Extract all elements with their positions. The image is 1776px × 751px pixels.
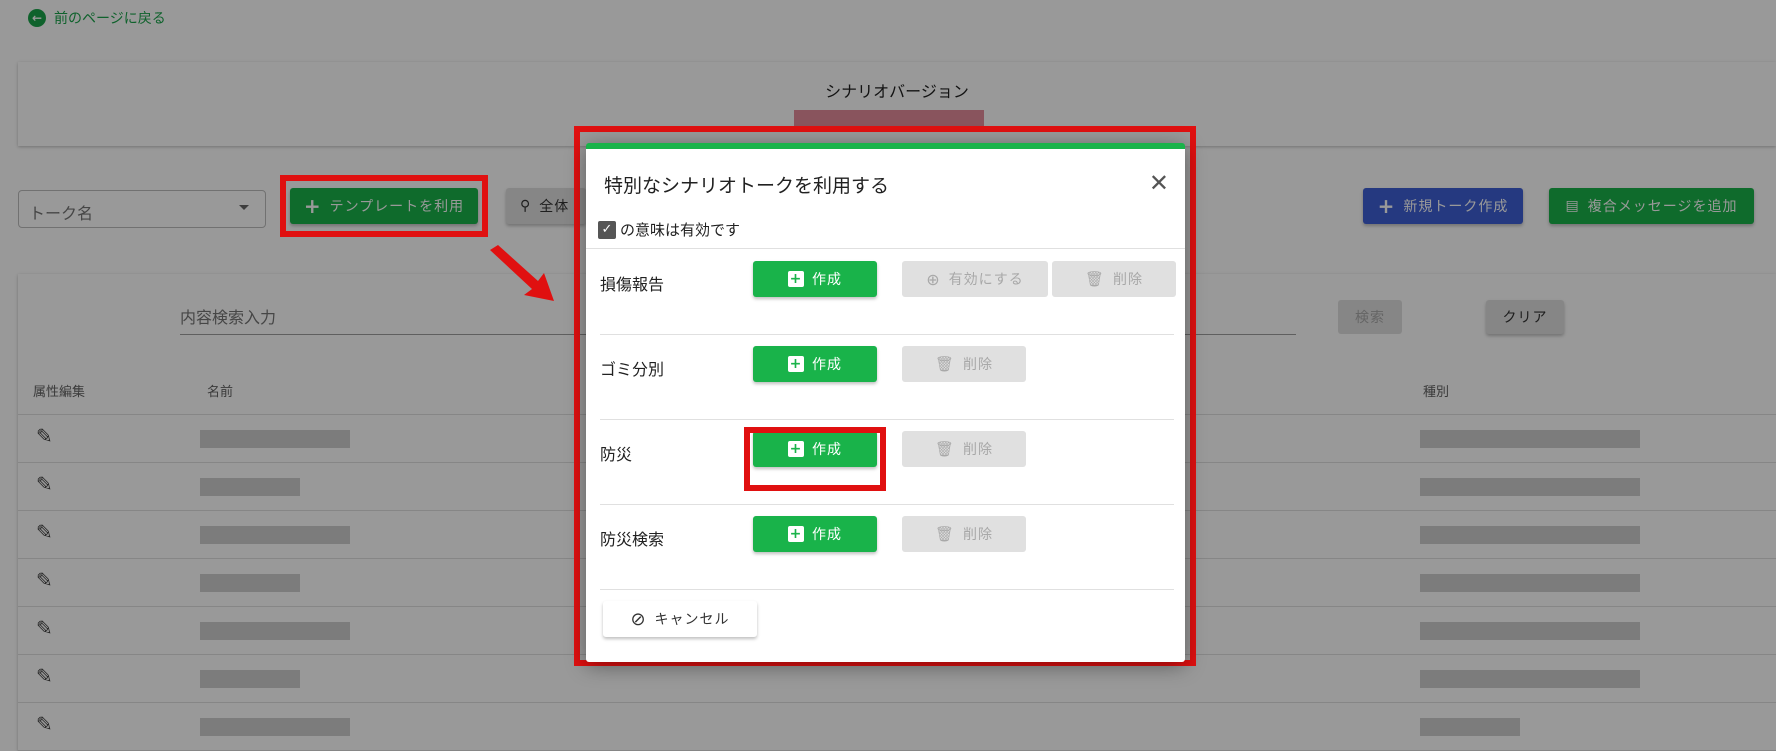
- template-row: ゴミ分別 + 作成 🗑 削除: [600, 334, 1174, 420]
- delete-label: 削除: [1113, 272, 1144, 288]
- cancel-button[interactable]: ⊘ キャンセル: [603, 601, 757, 637]
- close-icon[interactable]: ✕: [1149, 169, 1169, 197]
- delete-template-button[interactable]: 🗑 削除: [902, 516, 1026, 552]
- template-name: ゴミ分別: [600, 360, 665, 379]
- plus-circle-icon: ⊕: [926, 269, 941, 289]
- template-row: 損傷報告 + 作成 ⊕ 有効にする 🗑 削除: [600, 249, 1176, 335]
- create-template-button[interactable]: + 作成: [753, 516, 877, 552]
- template-name: 損傷報告: [600, 275, 665, 294]
- create-label: 作成: [812, 272, 842, 288]
- pointer-arrow-icon: [490, 245, 554, 301]
- plus-box-icon: +: [788, 356, 804, 372]
- delete-template-button[interactable]: 🗑 削除: [902, 346, 1026, 382]
- create-template-button[interactable]: + 作成: [753, 261, 877, 297]
- template-name: 防災: [600, 445, 633, 464]
- checkbox-icon: ✓: [598, 220, 616, 239]
- highlight-use-template: [280, 175, 488, 237]
- delete-label: 削除: [963, 527, 994, 543]
- delete-template-button[interactable]: 🗑 削除: [902, 431, 1026, 467]
- create-template-button[interactable]: + 作成: [753, 346, 877, 382]
- create-label: 作成: [812, 527, 842, 543]
- dialog-note: ✓ の意味は有効です: [598, 219, 740, 240]
- dialog-note-text: の意味は有効です: [620, 221, 741, 239]
- template-dialog: 特別なシナリオトークを利用する ✕ ✓ の意味は有効です 損傷報告 + 作成 ⊕ 有効に…: [586, 143, 1185, 662]
- enable-template-button[interactable]: ⊕ 有効にする: [902, 261, 1048, 297]
- block-icon: ⊘: [630, 608, 647, 630]
- plus-box-icon: +: [788, 271, 804, 287]
- plus-box-icon: +: [788, 526, 804, 542]
- create-label: 作成: [812, 357, 842, 373]
- trash-icon: 🗑: [934, 525, 956, 543]
- highlight-disaster-create: [744, 427, 886, 491]
- template-row: 防災検索 + 作成 🗑 削除: [600, 504, 1174, 590]
- template-row: 防災 + 作成 🗑 削除: [600, 419, 1174, 505]
- delete-template-button[interactable]: 🗑 削除: [1052, 261, 1176, 297]
- dialog-title: 特別なシナリオトークを利用する: [604, 175, 890, 197]
- trash-icon: 🗑: [1084, 270, 1106, 288]
- cancel-label: キャンセル: [654, 612, 730, 628]
- template-name: 防災検索: [600, 530, 665, 549]
- delete-label: 削除: [963, 442, 994, 458]
- enable-label: 有効にする: [948, 272, 1024, 288]
- delete-label: 削除: [963, 357, 994, 373]
- trash-icon: 🗑: [934, 440, 956, 458]
- trash-icon: 🗑: [934, 355, 956, 373]
